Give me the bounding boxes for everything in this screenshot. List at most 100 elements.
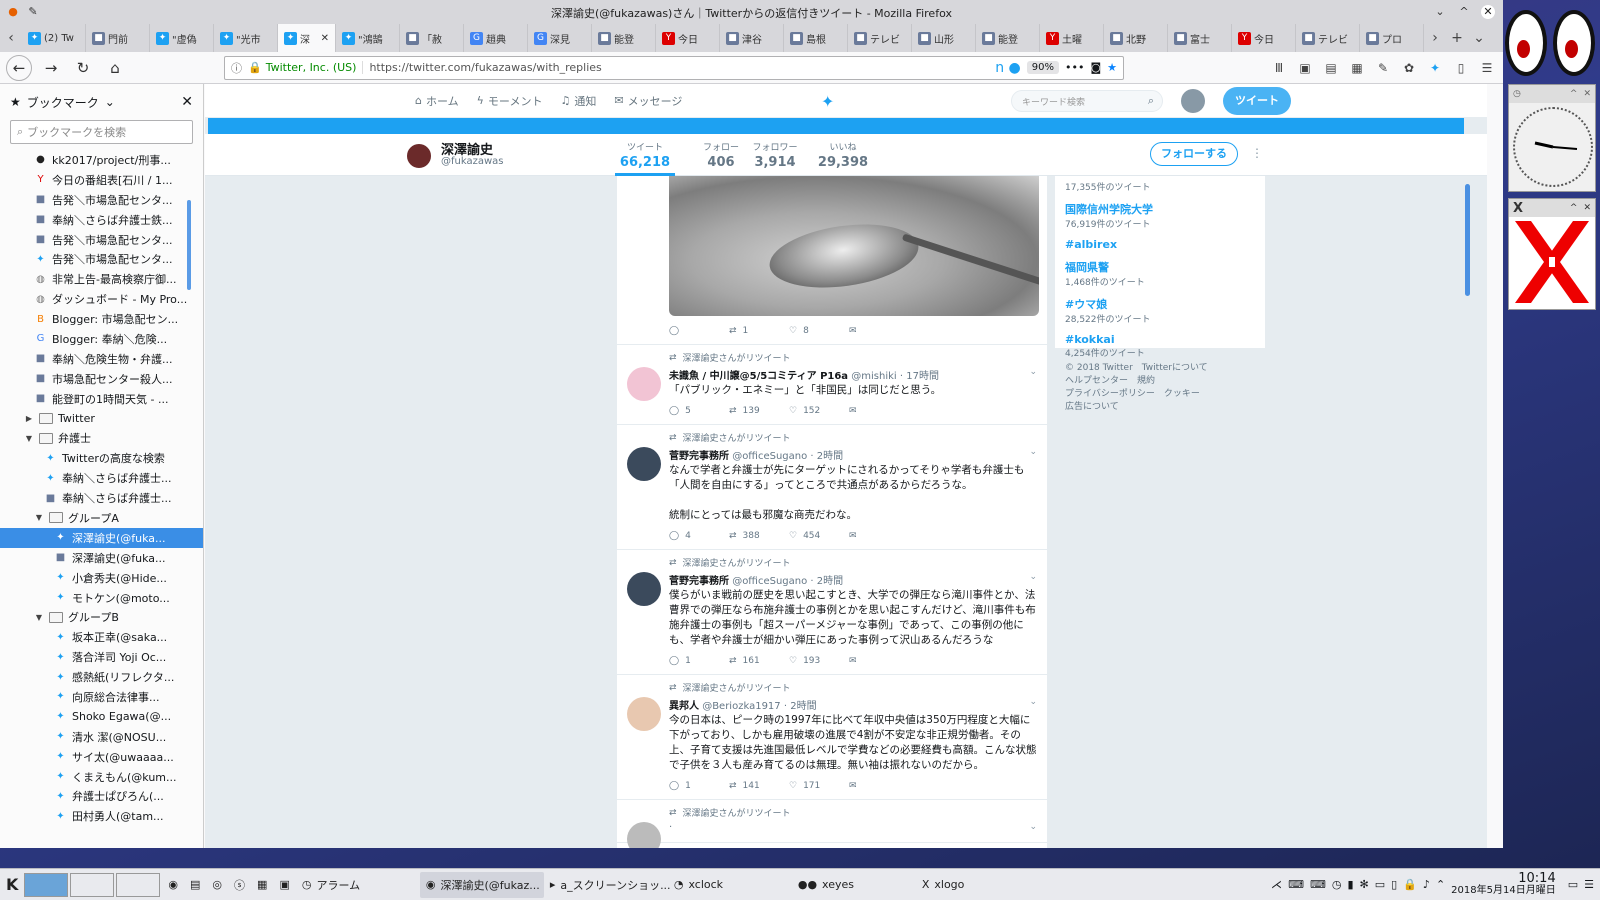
window-titlebar[interactable]: ● ✎ 深澤諭史(@fukazawas)さん｜Twitterからの返信付きツイー…	[0, 0, 1503, 24]
spreadsheet-launcher-icon[interactable]: ▦	[251, 872, 273, 898]
tweet-time[interactable]: 2時間	[817, 451, 843, 462]
tab-scroll-right-icon[interactable]: ›	[1424, 24, 1446, 52]
library-icon[interactable]: Ⅲ	[1269, 58, 1289, 78]
tab-scroll-left-icon[interactable]: ‹	[0, 24, 22, 52]
bookmark-item[interactable]: ■ 能登町の1時間天気 - ...	[0, 389, 203, 409]
tweet-author-name[interactable]: 異邦人	[669, 701, 699, 712]
tab-15[interactable]: ■ 能登	[976, 24, 1040, 52]
twitter-bird-icon[interactable]: ✦	[821, 92, 834, 111]
dm-action[interactable]: ✉	[849, 326, 909, 336]
taskbar-window-5[interactable]: Xxlogo	[916, 872, 1040, 898]
sidebar-scrollbar[interactable]	[187, 200, 191, 290]
xlogo-window[interactable]: X ^ ✕	[1508, 198, 1596, 310]
nav-notifications[interactable]: ♫ 通知	[560, 93, 596, 109]
like-action[interactable]: ♡ 171	[789, 781, 849, 791]
tab-21[interactable]: ■ プロ	[1360, 24, 1424, 52]
bookmark-item[interactable]: ✦ 感熱紙(リフレクタ...	[0, 667, 203, 687]
taskbar-window-0[interactable]: ◷ アラーム	[296, 872, 420, 898]
bookmark-item[interactable]: ✦ 小倉秀夫(@Hide...	[0, 568, 203, 588]
bookmark-item[interactable]: ■ 市場急配センター殺人...	[0, 369, 203, 389]
reply-action[interactable]: ◯ 1	[669, 656, 729, 666]
bookmark-item[interactable]: ■ 奉納＼危険生物・弁護...	[0, 349, 203, 369]
bookmark-item[interactable]: ■ 告発＼市場急配センタ...	[0, 190, 203, 210]
home-button[interactable]: ⌂	[102, 55, 128, 81]
bookmark-item[interactable]: ✦ 告発＼市場急配センタ...	[0, 249, 203, 269]
reply-action[interactable]: ◯ 5	[669, 406, 729, 416]
battery-icon[interactable]: ▮	[1347, 878, 1353, 891]
page-scrollbar[interactable]	[1465, 184, 1470, 296]
tweet-time[interactable]: 17時間	[906, 371, 939, 382]
close-icon[interactable]: ✕	[181, 94, 193, 110]
start-menu-button[interactable]: K	[0, 872, 24, 898]
twitter-search-input[interactable]: キーワード検索 ⌕	[1011, 90, 1163, 112]
taskbar-window-3[interactable]: ◔ xclock	[668, 872, 792, 898]
bookmark-folder[interactable]: ▶ Twitter	[0, 409, 203, 429]
tab-3[interactable]: ✦ "光市	[214, 24, 278, 52]
bookmark-item[interactable]: ✦ くまえもん(@kum...	[0, 767, 203, 787]
bookmark-item[interactable]: ✦ Shoko Egawa(@...	[0, 707, 203, 727]
tweet-item[interactable]: ⇄ 深澤諭史さんがリツイート ⌄ 異邦人 @Beriozka1917 · 2時間 …	[617, 675, 1047, 800]
reply-action[interactable]: ◯ 1	[669, 781, 729, 791]
dm-action[interactable]: ✉	[849, 531, 909, 541]
tab-6[interactable]: ■ 「赦	[400, 24, 464, 52]
tweet-avatar[interactable]	[627, 447, 661, 481]
taskbar-window-1[interactable]: ◉ 深澤諭史(@fukaz...	[419, 871, 544, 898]
chevron-down-icon[interactable]: ⌄	[1468, 24, 1490, 52]
taskbar-clock[interactable]: 10:14 2018年5月14日月曜日	[1451, 872, 1562, 897]
xclock-titlebar[interactable]: ◷ ^ ✕	[1509, 85, 1595, 103]
pin-icon[interactable]: ✎	[26, 5, 40, 19]
firefox-launcher-icon[interactable]: ◉	[162, 872, 184, 898]
bookmark-item[interactable]: ✦ サイ太(@uwaaaa...	[0, 747, 203, 767]
like-action[interactable]: ♡ 193	[789, 656, 849, 666]
more-options-icon[interactable]: ⋮	[1251, 146, 1263, 160]
pocket-icon[interactable]: ◙	[1090, 61, 1101, 74]
nav-messages[interactable]: ✉ メッセージ	[614, 93, 682, 109]
taskbar-window-2[interactable]: ▸ a_スクリーンショッ...	[544, 872, 671, 898]
reader-icon[interactable]: ▤	[1321, 58, 1341, 78]
twitter-icon[interactable]: ✦	[1425, 58, 1445, 78]
bookmark-item[interactable]: ✦ 弁護士ぱぴろん(...	[0, 787, 203, 807]
profile-stat-3[interactable]: いいね 29,398	[813, 140, 873, 170]
bookmark-item[interactable]: ✦ 向原総合法律事...	[0, 687, 203, 707]
bookmark-item[interactable]: ■ 告発＼市場急配センタ...	[0, 230, 203, 250]
site-identity[interactable]: 🔒 Twitter, Inc. (US)	[248, 61, 364, 74]
like-action[interactable]: ♡ 454	[789, 531, 849, 541]
retweet-action[interactable]: ⇄ 1	[729, 326, 789, 336]
minimize-icon[interactable]: ^	[1570, 203, 1578, 213]
bookmark-item[interactable]: ✦ 落合洋司 Yoji Oc...	[0, 647, 203, 667]
tab-14[interactable]: ■ 山形	[912, 24, 976, 52]
close-icon[interactable]: ✕	[1583, 89, 1591, 99]
taskbar-window-4[interactable]: ●● xeyes	[792, 872, 916, 898]
url-text[interactable]: https://twitter.com/fukazawas/with_repli…	[369, 61, 989, 74]
tweet-author-name[interactable]: 菅野完事務所	[669, 451, 729, 462]
tweet-item[interactable]: ⇄ 深澤諭史さんがリツイート ⌄ ·	[617, 800, 1047, 848]
chevron-down-icon[interactable]: ⌄	[1029, 367, 1037, 377]
files-launcher-icon[interactable]: ▤	[184, 872, 206, 898]
chevron-down-icon[interactable]: ⌄	[1029, 822, 1037, 832]
bookmark-folder[interactable]: ▼ グループA	[0, 508, 203, 528]
collapse-icon[interactable]: ▼	[34, 513, 44, 522]
zoom-level[interactable]: 90%	[1026, 61, 1059, 74]
sidebar-title[interactable]: ブックマーク	[27, 94, 99, 111]
chevron-down-icon[interactable]: ⌄	[1029, 447, 1037, 457]
menu-icon[interactable]: ☰	[1477, 58, 1497, 78]
user-avatar[interactable]	[1181, 89, 1205, 113]
display-icon[interactable]: ▭	[1375, 878, 1385, 891]
xclock-window[interactable]: ◷ ^ ✕	[1508, 84, 1596, 192]
clipboard-icon[interactable]: ▯	[1451, 58, 1471, 78]
app-launcher-icon[interactable]: ⓢ	[228, 872, 251, 898]
volume-icon[interactable]: ♪	[1423, 878, 1430, 891]
firefox-icon[interactable]: ●	[6, 5, 20, 19]
tab-4[interactable]: ✦ 深 ✕	[278, 24, 336, 52]
more-icon[interactable]: •••	[1065, 61, 1084, 74]
bookmark-item[interactable]: Y 今日の番組表[石川 / 1...	[0, 170, 203, 190]
tab-11[interactable]: ■ 津谷	[720, 24, 784, 52]
url-bar[interactable]: ⓘ 🔒 Twitter, Inc. (US) https://twitter.co…	[224, 55, 1124, 80]
tweet-avatar[interactable]	[627, 697, 661, 731]
tab-20[interactable]: ■ テレビ	[1296, 24, 1360, 52]
tab-13[interactable]: ■ テレビ	[848, 24, 912, 52]
tab-12[interactable]: ■ 島根	[784, 24, 848, 52]
tweet-author-handle[interactable]: @Beriozka1917	[702, 701, 780, 712]
tab-0[interactable]: ✦ (2) Tw	[22, 24, 86, 52]
xlogo-titlebar[interactable]: X ^ ✕	[1509, 199, 1595, 217]
